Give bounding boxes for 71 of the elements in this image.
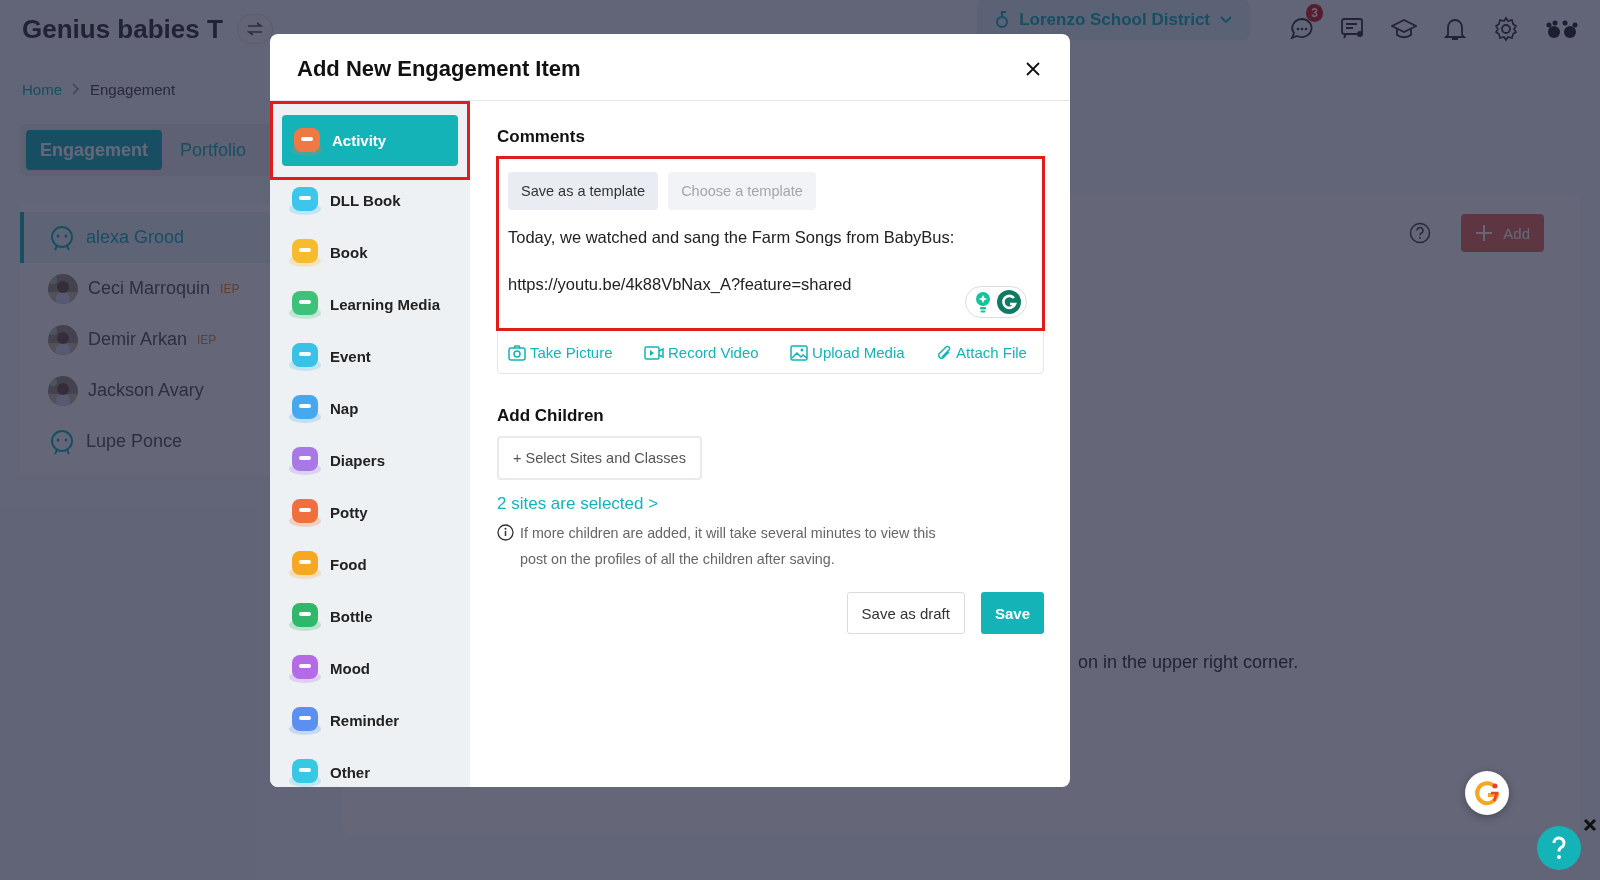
- breadcrumb-current: Engagement: [90, 80, 176, 98]
- swap-arrows-icon: [245, 21, 264, 37]
- caret-icon: [1220, 16, 1232, 24]
- settings-icon[interactable]: [1493, 16, 1519, 42]
- category-item[interactable]: Learning Media: [280, 280, 456, 328]
- student-item[interactable]: Jackson Avary: [20, 365, 282, 416]
- student-item[interactable]: Demir Arkan IEP: [20, 314, 282, 365]
- category-item[interactable]: Diapers: [280, 436, 456, 484]
- paperclip-icon: [936, 344, 953, 361]
- media-link[interactable]: Upload Media: [790, 344, 905, 361]
- student-name: Demir Arkan: [88, 329, 188, 350]
- dialog-title: Add New Engagement Item: [297, 56, 581, 82]
- section-heading: Comments: [497, 127, 586, 147]
- notification-badge: 3: [1306, 4, 1323, 22]
- category-item[interactable]: Bottle: [280, 592, 456, 640]
- bell-icon[interactable]: [1442, 16, 1468, 42]
- empty-hint: on in the upper right corner.: [1078, 652, 1299, 672]
- comment-text: Today, we watched and sang the Farm Songs from BabyBus:: [508, 228, 956, 247]
- help-button[interactable]: [1537, 826, 1581, 870]
- logo-icon: [1473, 779, 1501, 807]
- template-button[interactable]: Save as a template: [508, 172, 659, 210]
- category-item[interactable]: Other: [280, 748, 456, 787]
- category-item[interactable]: DLL Book: [280, 176, 456, 224]
- info-icon: [497, 524, 514, 541]
- close-icon[interactable]: [1026, 62, 1040, 76]
- grammar-checker-icon: [997, 290, 1021, 314]
- video-camera-icon: [644, 344, 664, 361]
- info-note: If more children are added, it will take several minutes to view this post on the profiles of all the children after saving.: [520, 524, 937, 569]
- category-item[interactable]: Book: [280, 228, 456, 276]
- location-icon: [995, 11, 1010, 29]
- chat-icon[interactable]: [1289, 16, 1315, 42]
- collapse-button[interactable]: [236, 14, 273, 44]
- plus-icon: [1475, 224, 1494, 242]
- save-button[interactable]: Save: [980, 592, 1044, 634]
- district-selector[interactable]: Lorenzo School District: [977, 0, 1250, 40]
- category-item[interactable]: Event: [280, 332, 456, 380]
- media-link[interactable]: Record Video: [644, 344, 759, 361]
- section-heading: Add Children: [497, 406, 605, 426]
- category-item[interactable]: Mood: [280, 644, 456, 692]
- tab[interactable]: Engagement: [26, 130, 163, 170]
- image-icon: [790, 344, 809, 361]
- category-item[interactable]: Nap: [280, 384, 456, 432]
- category-item[interactable]: Food: [280, 540, 456, 588]
- chevron-icon: [72, 83, 80, 95]
- student-name: Lupe Ponce: [86, 431, 183, 452]
- question-mark-icon: [1551, 836, 1567, 860]
- category-item[interactable]: Activity: [282, 115, 458, 166]
- writing-assistant-widget[interactable]: [965, 286, 1027, 318]
- breadcrumb-link[interactable]: Home: [22, 80, 62, 98]
- tab[interactable]: Portfolio: [166, 130, 261, 170]
- student-name: Jackson Avary: [88, 380, 204, 401]
- category-item[interactable]: Potty: [280, 488, 456, 536]
- comment-text: https://youtu.be/4k88VbNax_A?feature=shared: [508, 275, 853, 294]
- iep-tag: IEP: [197, 332, 217, 347]
- student-name: alexa Grood: [86, 227, 185, 248]
- media-link[interactable]: Take Picture: [508, 344, 613, 361]
- student-item[interactable]: Ceci Marroquin IEP: [20, 263, 282, 314]
- lightbulb-icon: [974, 291, 992, 313]
- draft-button[interactable]: Save as draft: [846, 592, 965, 634]
- selected-sites-link[interactable]: 2 sites are selected >: [497, 494, 659, 514]
- avatar-icon: [48, 223, 76, 252]
- camera-icon: [508, 344, 526, 361]
- iep-tag: IEP: [220, 281, 240, 296]
- student-name: Ceci Marroquin: [88, 278, 211, 299]
- avatar-icon: [48, 427, 76, 456]
- student-item[interactable]: Lupe Ponce: [20, 416, 282, 467]
- select-sites-button[interactable]: + Select Sites and Classes: [497, 436, 702, 480]
- media-link[interactable]: Attach File: [936, 344, 1027, 361]
- app-title: Genius babies T: [22, 13, 223, 45]
- help-icon[interactable]: [1409, 222, 1432, 244]
- category-item[interactable]: Reminder: [280, 696, 456, 744]
